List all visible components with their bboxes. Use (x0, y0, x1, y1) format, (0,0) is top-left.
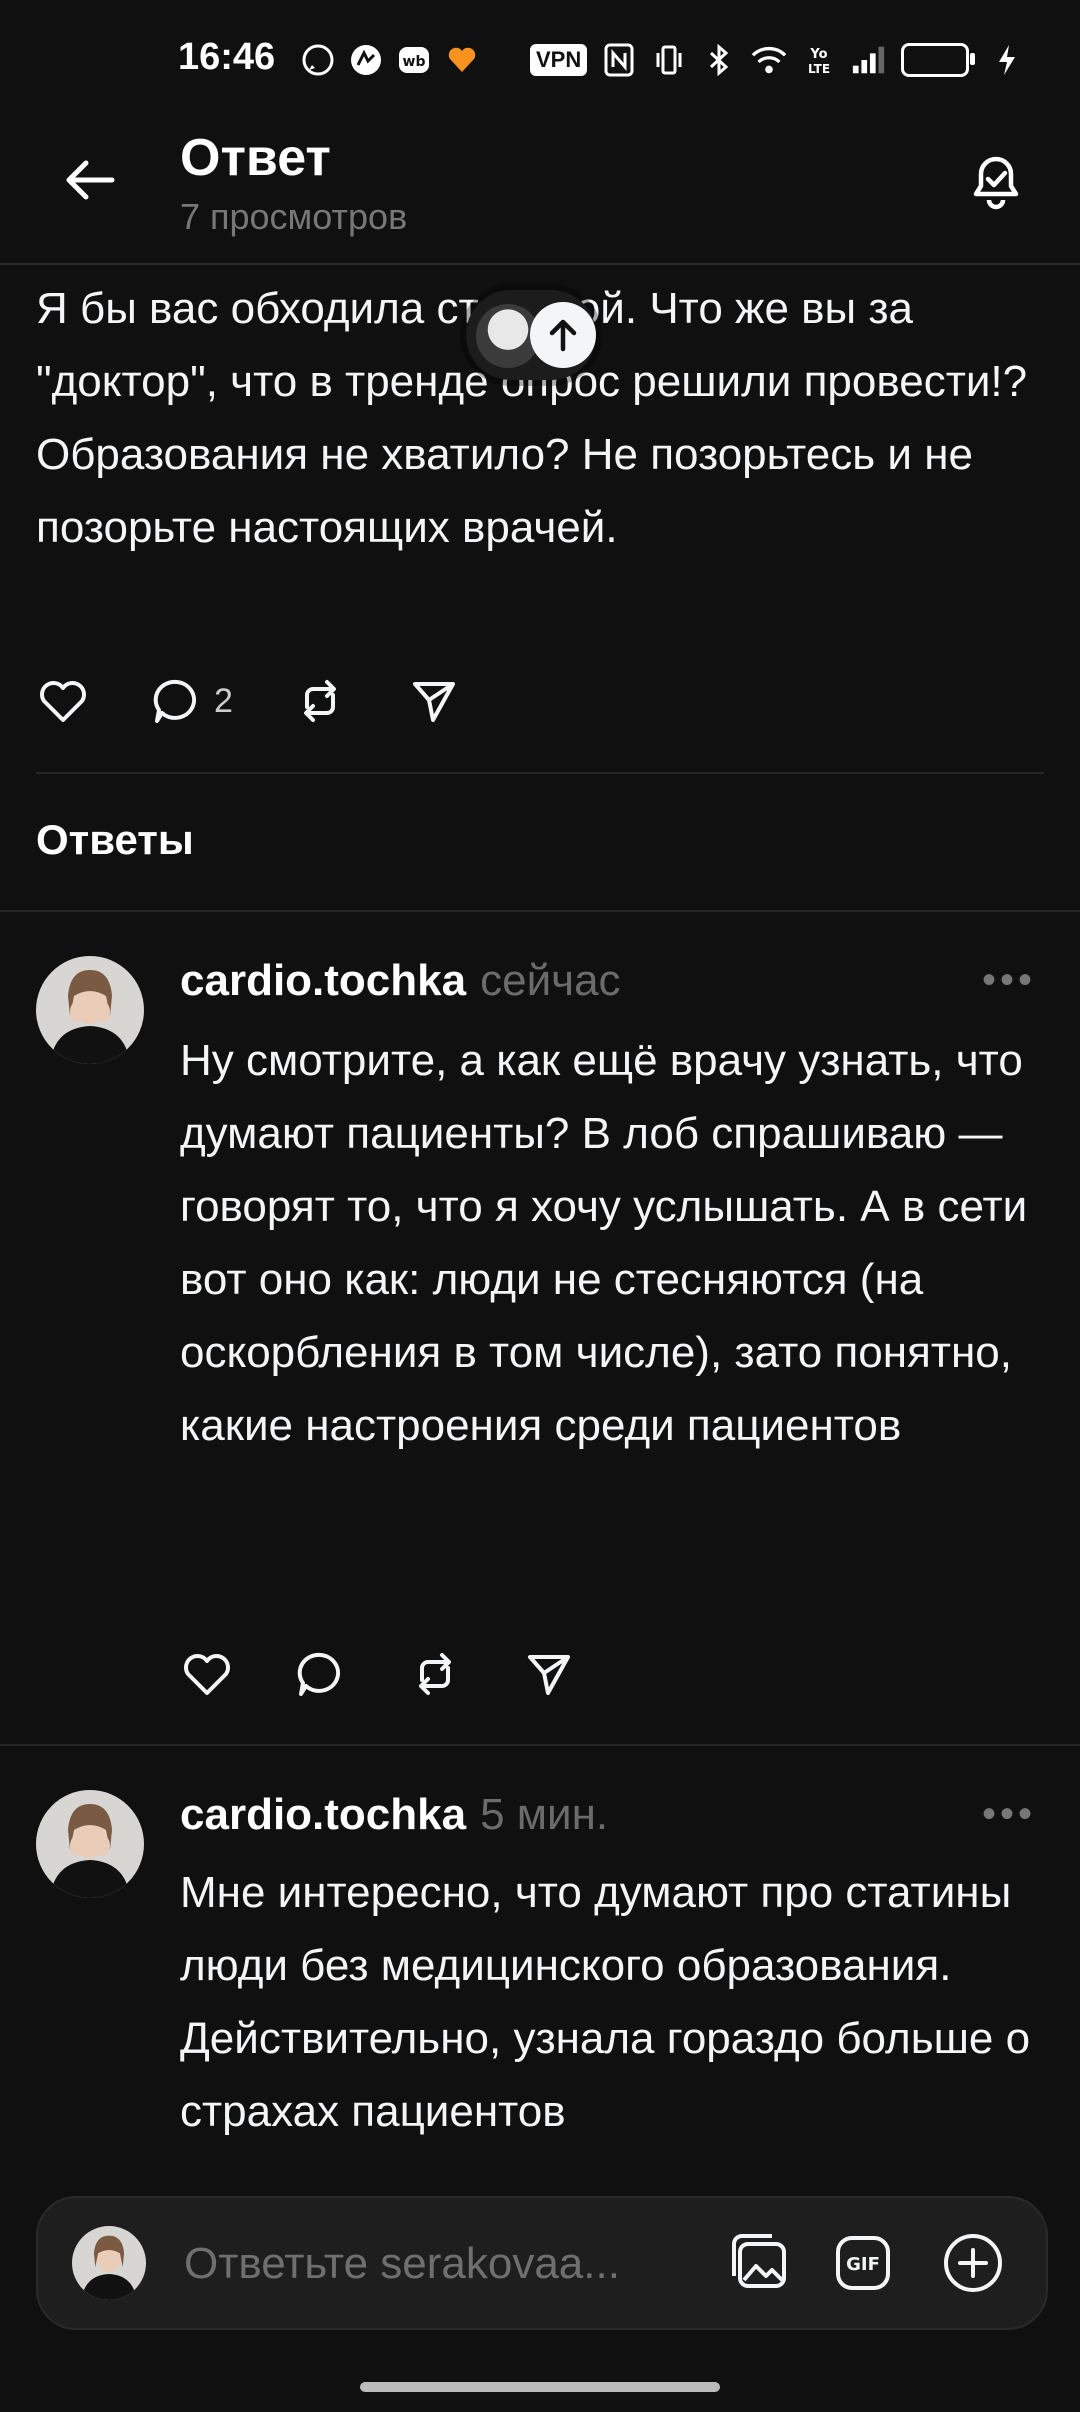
page-title: Ответ (180, 129, 331, 187)
thread-header: Ответ 7 просмотров (0, 120, 1080, 265)
status-bar: 16:46 wb VPN Yo LTE (0, 0, 1080, 120)
view-count: 7 просмотров (180, 196, 408, 237)
wb-icon: wb (396, 42, 432, 78)
comment-button[interactable]: 2 (150, 674, 233, 728)
avatar (72, 2226, 146, 2300)
more-icon: ••• (982, 958, 1037, 1002)
more-options-button[interactable]: ••• (982, 1792, 1036, 1837)
status-time: 16:46 (178, 36, 276, 78)
reply-time: сейчас (480, 956, 621, 1005)
svg-text:Yo: Yo (810, 47, 828, 62)
reply-divider (0, 1744, 1080, 1746)
send-icon (528, 1655, 570, 1695)
charging-icon (989, 42, 1025, 78)
add-button[interactable] (940, 2230, 1006, 2296)
notify-button[interactable] (960, 144, 1032, 216)
heart-icon (184, 1654, 230, 1695)
signal-icon (851, 42, 887, 78)
image-icon (732, 2234, 786, 2288)
battery-icon (901, 43, 976, 77)
wifi-icon (751, 42, 787, 78)
like-button[interactable] (36, 674, 90, 728)
gif-icon: GIF (836, 2236, 890, 2290)
vibrate-icon (651, 42, 687, 78)
app-icon (348, 42, 384, 78)
share-button[interactable] (407, 674, 461, 728)
whatsapp-icon (300, 42, 336, 78)
more-icon: ••• (982, 1792, 1037, 1836)
repost-button[interactable] (408, 1647, 462, 1701)
system-icons: VPN Yo LTE (530, 42, 1025, 78)
reply-header: cardio.tochka сейчас (180, 956, 621, 1006)
post-divider (36, 772, 1044, 774)
share-button[interactable] (522, 1647, 576, 1701)
home-indicator[interactable] (360, 2382, 720, 2392)
reply-username[interactable]: cardio.tochka (180, 1790, 466, 1840)
bluetooth-icon (701, 42, 737, 78)
reply-composer: GIF (36, 2196, 1048, 2330)
heart-icon (40, 681, 86, 722)
reply-input[interactable] (182, 2238, 726, 2290)
vpn-badge: VPN (530, 44, 588, 76)
parent-post-actions: 2 (36, 674, 521, 728)
heart-app-icon (444, 42, 480, 78)
avatar[interactable] (36, 1790, 144, 1898)
replies-heading: Ответы (36, 816, 194, 863)
svg-text:GIF: GIF (846, 2254, 880, 2275)
reply-header: cardio.tochka 5 мин. (180, 1790, 608, 1840)
replies-divider (0, 910, 1080, 912)
reply-text: Ну смотрите, а как ещё врачу узнать, что… (180, 1036, 1028, 1450)
send-icon (412, 682, 455, 722)
reply-time: 5 мин. (480, 1790, 609, 1839)
repost-button[interactable] (293, 674, 347, 728)
comment-count: 2 (214, 681, 233, 720)
more-options-button[interactable]: ••• (982, 958, 1036, 1003)
plus-circle-icon (944, 2234, 1002, 2292)
repost-icon (303, 680, 336, 722)
attach-image-button[interactable] (726, 2230, 792, 2296)
gif-button[interactable]: GIF (830, 2230, 896, 2296)
like-button[interactable] (180, 1647, 234, 1701)
comment-button[interactable] (294, 1647, 348, 1701)
back-button[interactable] (60, 150, 120, 210)
comment-icon (153, 679, 197, 723)
repost-icon (419, 1653, 451, 1695)
header-divider (0, 263, 1080, 265)
scroll-to-top-button[interactable] (466, 290, 596, 380)
reply-actions (180, 1647, 636, 1701)
reply-text: Мне интересно, что думают про статины лю… (180, 1868, 1031, 2136)
reply-username[interactable]: cardio.tochka (180, 956, 466, 1006)
svg-text:LTE: LTE (808, 62, 830, 76)
arrow-up-icon (530, 302, 596, 368)
bell-check-icon (973, 156, 1019, 210)
avatar[interactable] (36, 956, 144, 1064)
svg-text:wb: wb (403, 54, 426, 70)
notification-icons: wb (300, 42, 480, 78)
volte-icon: Yo LTE (801, 42, 837, 78)
arrow-left-icon (66, 160, 115, 200)
screen: 16:46 wb VPN Yo LTE Ответ 7 просмотров Я… (0, 0, 1080, 2412)
comment-icon (297, 1652, 341, 1696)
nfc-icon (601, 42, 637, 78)
